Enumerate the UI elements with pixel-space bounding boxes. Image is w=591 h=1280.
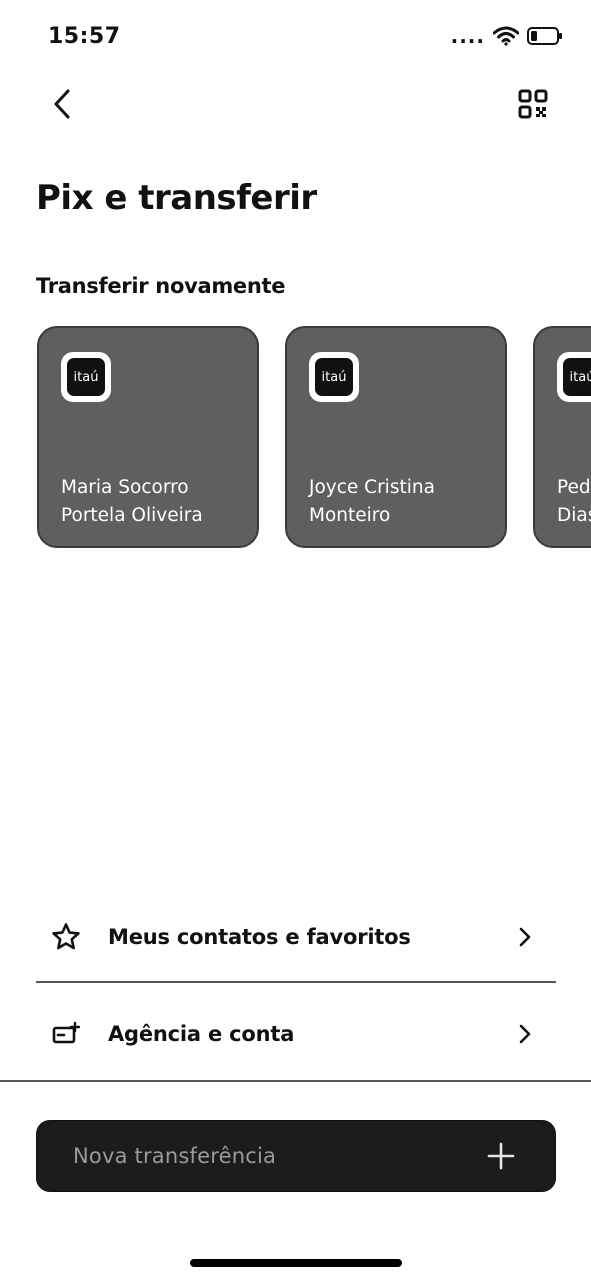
bank-logo: itaú	[61, 352, 111, 402]
page-title: Pix e transferir	[36, 178, 317, 218]
recent-transfer-card[interactable]: itaú Maria Socorro Portela Oliveira	[37, 326, 259, 548]
contact-name: Joyce Cristina Monteiro	[309, 477, 435, 526]
bank-logo: itaú	[557, 352, 591, 402]
qr-code-icon	[518, 89, 548, 119]
new-transfer-button[interactable]: Nova transferência	[36, 1120, 556, 1192]
chevron-right-icon	[510, 1019, 540, 1049]
bank-logo: itaú	[309, 352, 359, 402]
wifi-icon	[493, 26, 519, 46]
back-button[interactable]	[40, 82, 84, 126]
divider	[0, 1080, 591, 1082]
status-icons: ....	[451, 26, 563, 46]
home-indicator	[190, 1259, 402, 1267]
contacts-favorites-item[interactable]: Meus contatos e favoritos	[36, 895, 556, 979]
qr-code-button[interactable]	[513, 84, 553, 124]
battery-icon	[527, 26, 563, 46]
contacts-favorites-label: Meus contatos e favoritos	[108, 925, 411, 949]
chevron-right-icon	[510, 922, 540, 952]
new-transfer-label: Nova transferência	[73, 1144, 277, 1168]
contact-name: Ped Dias	[557, 477, 591, 526]
pix-transfer-screen: 15:57 .... Pix e transferir Transferir n…	[0, 0, 591, 1280]
agency-account-label: Agência e conta	[108, 1022, 295, 1046]
divider	[36, 981, 556, 983]
status-time: 15:57	[48, 24, 121, 49]
plus-icon	[483, 1138, 519, 1174]
recent-transfer-card[interactable]: itaú Ped Dias	[533, 326, 591, 548]
chevron-left-icon	[54, 89, 70, 119]
agency-account-item[interactable]: Agência e conta	[36, 992, 556, 1076]
bank-logo-label: itaú	[563, 358, 591, 396]
bank-card-icon	[46, 1014, 86, 1054]
star-icon	[46, 917, 86, 957]
section-title: Transferir novamente	[36, 274, 286, 298]
recent-transfers-carousel[interactable]: itaú Maria Socorro Portela Oliveira itaú…	[37, 326, 591, 550]
contact-name: Maria Socorro Portela Oliveira	[61, 477, 203, 526]
bank-logo-label: itaú	[315, 358, 353, 396]
recent-transfer-card[interactable]: itaú Joyce Cristina Monteiro	[285, 326, 507, 548]
signal-icon: ....	[450, 24, 485, 48]
bank-logo-label: itaú	[67, 358, 105, 396]
status-bar: 15:57 ....	[0, 0, 591, 70]
